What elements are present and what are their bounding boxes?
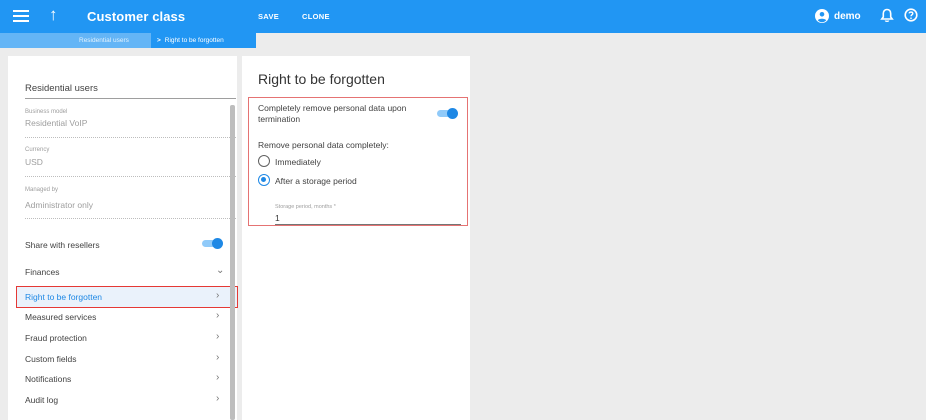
- sidebar-item-label: Measured services: [25, 312, 97, 322]
- business-model-divider: [25, 137, 236, 138]
- sidebar-item-label: Audit log: [25, 395, 59, 405]
- managed-by-divider: [25, 218, 236, 219]
- sidebar-item-right-to-be-forgotten[interactable]: Right to be forgotten ›: [16, 286, 238, 308]
- name-underline: [25, 98, 236, 99]
- chevron-right-icon: ›: [216, 372, 220, 383]
- chevron-right-icon: >: [157, 37, 161, 44]
- radio-immediately-label[interactable]: Immediately: [275, 157, 321, 167]
- sidebar-item-label: Notifications: [25, 374, 72, 384]
- account-icon: [815, 9, 829, 23]
- remove-mode-label: Remove personal data completely:: [258, 140, 389, 150]
- arrow-up-icon[interactable]: ↑: [49, 5, 58, 25]
- remove-personal-data-label: Completely remove personal data upon ter…: [258, 103, 407, 124]
- storage-period-label: Storage period, months *: [275, 204, 336, 210]
- chevron-right-icon: ›: [216, 310, 220, 321]
- sidebar-scrollbar[interactable]: [230, 105, 235, 420]
- user-name: demo: [834, 10, 861, 22]
- customer-class-panel: Residential users Business model Residen…: [8, 56, 238, 420]
- chevron-down-icon: ⌄: [216, 265, 225, 276]
- currency-value: USD: [25, 157, 43, 167]
- sidebar-item-custom-fields[interactable]: Custom fields ›: [17, 349, 237, 369]
- sidebar-item-label: Finances: [25, 267, 60, 277]
- page-title: Customer class: [87, 9, 186, 24]
- sidebar-item-measured-services[interactable]: Measured services ›: [17, 307, 237, 327]
- managed-by-value: Administrator only: [25, 200, 94, 210]
- breadcrumb: Residential users > Right to be forgotten: [0, 33, 926, 48]
- chevron-right-icon: ›: [216, 393, 220, 404]
- sidebar-item-label: Fraud protection: [25, 333, 87, 343]
- sidebar-item-label: Custom fields: [25, 354, 77, 364]
- share-with-resellers-toggle[interactable]: [202, 238, 223, 249]
- business-model-label: Business model: [25, 109, 68, 115]
- settings-box: Completely remove personal data upon ter…: [248, 97, 468, 226]
- top-bar: ↑ Customer class SAVE CLONE demo: [0, 0, 926, 33]
- sidebar-item-audit-log[interactable]: Audit log ›: [17, 390, 237, 410]
- radio-immediately[interactable]: [258, 155, 270, 167]
- help-icon[interactable]: [904, 8, 918, 27]
- breadcrumb-area: Residential users > Right to be forgotten: [0, 33, 256, 48]
- toggle-knob: [212, 238, 223, 249]
- storage-period-input[interactable]: 1: [275, 211, 461, 225]
- currency-divider: [25, 176, 236, 177]
- clone-button[interactable]: CLONE: [302, 12, 330, 22]
- chevron-right-icon: ›: [216, 352, 220, 363]
- sidebar-item-finances[interactable]: Finances ⌄: [17, 262, 237, 282]
- chevron-right-icon: ›: [216, 290, 220, 301]
- business-model-value: Residential VoIP: [25, 118, 88, 128]
- sidebar-item-notifications[interactable]: Notifications ›: [17, 369, 237, 389]
- remove-personal-data-toggle[interactable]: [437, 108, 458, 119]
- currency-label: Currency: [25, 147, 50, 153]
- breadcrumb-current-label: Right to be forgotten: [164, 37, 224, 44]
- radio-after-storage-period-label[interactable]: After a storage period: [275, 176, 357, 186]
- save-button[interactable]: SAVE: [258, 12, 279, 22]
- radio-after-storage-period[interactable]: [258, 174, 270, 186]
- user-menu[interactable]: demo: [815, 8, 861, 24]
- empty-workspace: [470, 48, 926, 420]
- panel-title: Right to be forgotten: [258, 71, 385, 87]
- chevron-right-icon: ›: [216, 331, 220, 342]
- bell-icon[interactable]: [880, 8, 894, 28]
- right-to-be-forgotten-panel: Right to be forgotten Completely remove …: [242, 56, 470, 420]
- share-with-resellers-label: Share with resellers: [25, 240, 100, 250]
- customer-class-name[interactable]: Residential users: [25, 83, 98, 94]
- sidebar-item-fraud-protection[interactable]: Fraud protection ›: [17, 328, 237, 348]
- breadcrumb-item-residential-users[interactable]: Residential users: [79, 36, 129, 45]
- sidebar-item-label: Right to be forgotten: [25, 292, 103, 302]
- menu-icon[interactable]: [13, 8, 29, 24]
- breadcrumb-item-right-to-be-forgotten[interactable]: > Right to be forgotten: [151, 33, 256, 48]
- managed-by-label: Managed by: [25, 187, 59, 193]
- toggle-knob: [447, 108, 458, 119]
